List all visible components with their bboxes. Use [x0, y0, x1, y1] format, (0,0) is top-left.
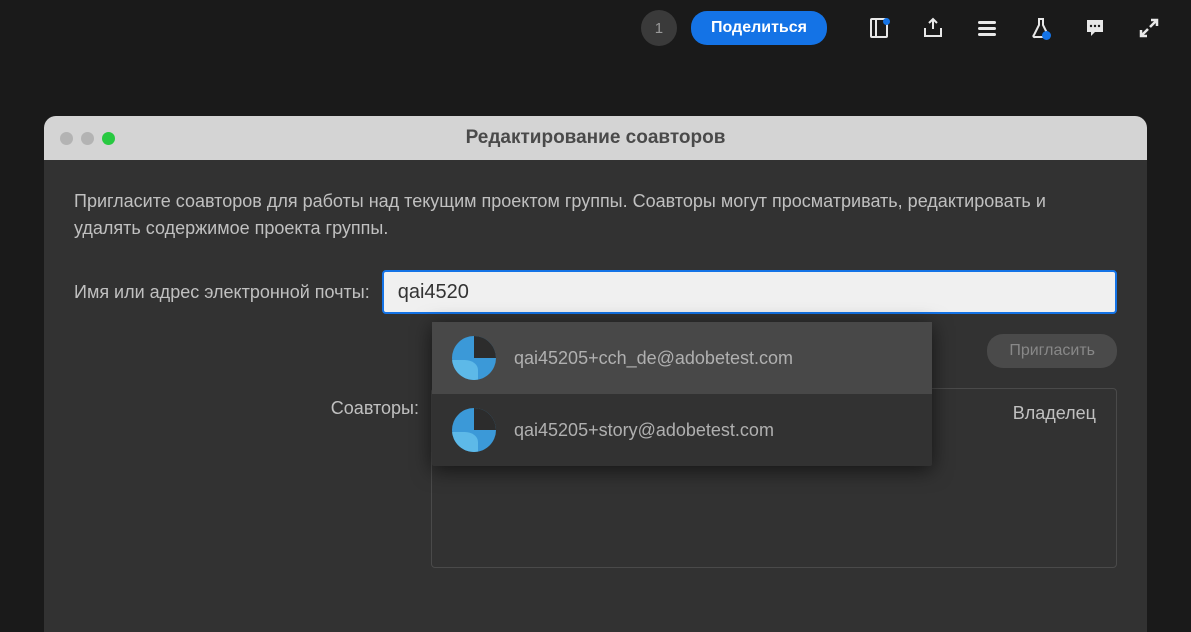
badge-count: 1	[655, 20, 663, 37]
flask-icon[interactable]	[1029, 16, 1053, 40]
email-input-label: Имя или адрес электронной почты:	[74, 282, 370, 303]
minimize-window-icon[interactable]	[81, 132, 94, 145]
email-input-row: Имя или адрес электронной почты:	[74, 270, 1117, 314]
role-label: Владелец	[1013, 403, 1096, 424]
edit-collaborators-modal: Редактирование соавторов Пригласите соав…	[44, 116, 1147, 632]
email-field[interactable]	[382, 270, 1117, 314]
autocomplete-dropdown: qai45205+cch_de@adobetest.com qai45205+s…	[432, 322, 932, 466]
modal-title: Редактирование соавторов	[44, 127, 1147, 149]
top-toolbar: 1 Поделиться	[0, 0, 1191, 56]
maximize-window-icon[interactable]	[102, 132, 115, 145]
notification-badge[interactable]: 1	[641, 10, 677, 46]
close-window-icon[interactable]	[60, 132, 73, 145]
expand-icon[interactable]	[1137, 16, 1161, 40]
autocomplete-item[interactable]: qai45205+story@adobetest.com	[432, 394, 932, 466]
notification-dot-icon	[1042, 31, 1051, 40]
export-icon[interactable]	[921, 16, 945, 40]
autocomplete-email: qai45205+cch_de@adobetest.com	[514, 348, 793, 369]
avatar	[452, 408, 496, 452]
modal-titlebar[interactable]: Редактирование соавторов	[44, 116, 1147, 160]
avatar	[452, 336, 496, 380]
toolbar-left-group: 1 Поделиться	[641, 10, 827, 46]
list-icon[interactable]	[975, 16, 999, 40]
document-icon[interactable]	[867, 16, 891, 40]
modal-description: Пригласите соавторов для работы над теку…	[74, 188, 1117, 242]
window-controls	[60, 132, 115, 145]
autocomplete-email: qai45205+story@adobetest.com	[514, 420, 774, 441]
invite-button[interactable]: Пригласить	[987, 334, 1117, 368]
share-button[interactable]: Поделиться	[691, 11, 827, 45]
autocomplete-item[interactable]: qai45205+cch_de@adobetest.com	[432, 322, 932, 394]
collaborators-label: Соавторы:	[74, 388, 419, 419]
notification-dot-icon	[883, 18, 890, 25]
chat-icon[interactable]	[1083, 16, 1107, 40]
